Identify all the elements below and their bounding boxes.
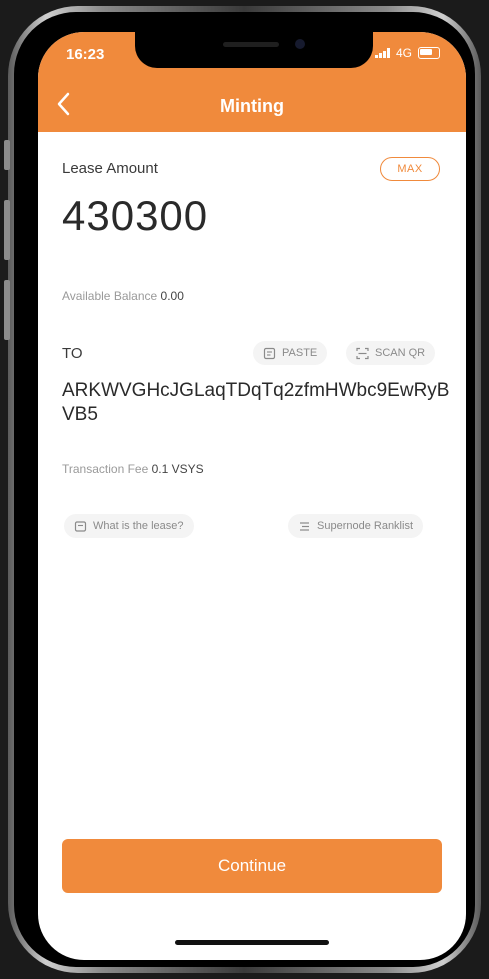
app-screen: 16:23 4G Minting Lease Amount MAX 430300…	[38, 32, 466, 960]
volume-up-button	[4, 200, 10, 260]
available-balance-value: 0.00	[160, 289, 184, 303]
lease-amount-input[interactable]: 430300	[62, 192, 208, 240]
mute-switch	[4, 140, 10, 170]
battery-icon	[418, 47, 440, 59]
max-button[interactable]: MAX	[380, 157, 440, 181]
to-label: TO	[62, 345, 83, 362]
scan-icon	[356, 347, 369, 359]
paste-label: PASTE	[282, 347, 318, 359]
supernode-ranklist-label: Supernode Ranklist	[317, 520, 414, 532]
home-indicator[interactable]	[175, 940, 329, 945]
paste-button[interactable]: PASTE	[253, 341, 328, 365]
transaction-fee-label: Transaction Fee	[62, 462, 149, 476]
what-is-lease-link[interactable]: What is the lease?	[64, 514, 194, 538]
available-balance: Available Balance 0.00	[62, 289, 184, 303]
lease-amount-label: Lease Amount	[62, 160, 158, 177]
volume-down-button	[4, 280, 10, 340]
page-title: Minting	[220, 96, 284, 116]
recipient-address-input[interactable]: ARKWVGHcJGLaqTDqTq2zfmHWbc9EwRyBVB5	[62, 379, 452, 427]
app-header: 16:23 4G Minting	[38, 32, 466, 132]
scan-qr-button[interactable]: SCAN QR	[346, 341, 436, 365]
what-is-lease-label: What is the lease?	[93, 520, 184, 532]
transaction-fee: Transaction Fee 0.1 VSYS	[62, 462, 204, 476]
notch	[135, 32, 373, 68]
signal-icon	[374, 48, 390, 58]
transaction-fee-value: 0.1 VSYS	[151, 462, 204, 476]
speaker	[223, 42, 279, 47]
status-time: 16:23	[66, 46, 105, 63]
supernode-ranklist-link[interactable]: Supernode Ranklist	[288, 514, 424, 538]
available-balance-label: Available Balance	[62, 289, 158, 303]
front-camera	[295, 39, 305, 49]
clipboard-icon	[263, 347, 276, 359]
continue-button[interactable]: Continue	[62, 839, 442, 893]
list-icon	[300, 521, 309, 531]
scan-qr-label: SCAN QR	[375, 347, 426, 359]
network-type: 4G	[395, 46, 412, 60]
status-indicators: 4G	[374, 46, 440, 60]
info-card-icon	[74, 520, 87, 532]
